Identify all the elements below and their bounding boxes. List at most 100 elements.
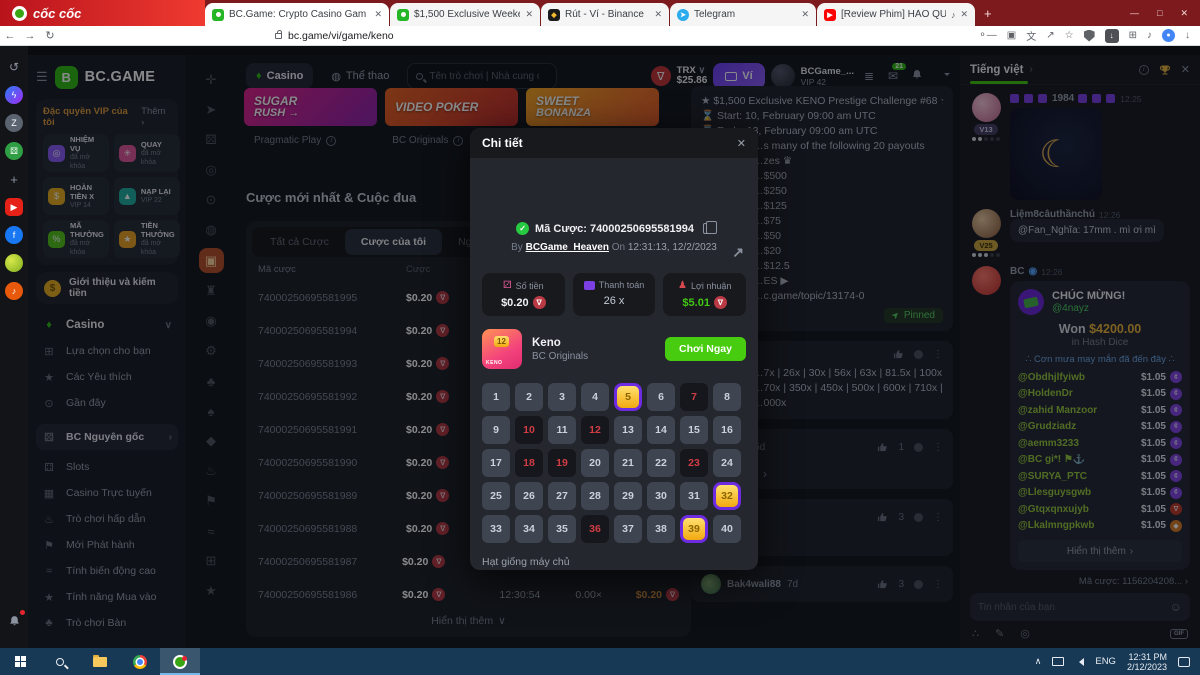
app-rail-icon[interactable]: f	[5, 226, 23, 244]
keno-number: 3	[548, 383, 576, 411]
keno-number: 29	[614, 482, 642, 510]
maximize-button[interactable]: □	[1157, 8, 1162, 19]
copy-icon[interactable]	[703, 223, 712, 234]
on-label: On	[612, 242, 625, 253]
tab-favicon: ➤	[677, 9, 689, 21]
app-rail-icon[interactable]: ↺	[5, 58, 23, 76]
tab-close-icon[interactable]: ✕	[960, 9, 968, 20]
keno-number: 16	[713, 416, 741, 444]
start-button[interactable]	[0, 648, 40, 675]
bet-details-modal: Chi tiết ✕ ↗ ✓ Mã Cược: 7400025069558199…	[470, 128, 758, 570]
keno-number: 12	[581, 416, 609, 444]
keno-icon-label: KENO	[486, 360, 502, 366]
keno-number: 38	[647, 515, 675, 543]
tab-title: Rút - Ví - Binance	[565, 9, 649, 20]
trx-coin-icon: ∇	[533, 296, 546, 309]
tab-close-icon[interactable]: ✕	[654, 9, 662, 20]
stat-profit: ♟Lợi nhuận $5.01∇	[663, 273, 746, 316]
keno-number: 14	[647, 416, 675, 444]
keno-number: 11	[548, 416, 576, 444]
extensions-icon[interactable]: ⊞	[1129, 30, 1137, 41]
keno-number: 22	[647, 449, 675, 477]
app-rail-icon[interactable]: Z	[5, 114, 23, 132]
bet-author[interactable]: BCGame_Heaven	[526, 242, 609, 253]
modal-close-icon[interactable]: ✕	[737, 137, 746, 150]
trx-coin-icon: ∇	[714, 296, 727, 309]
reload-icon[interactable]: ↻	[40, 29, 60, 42]
keno-number: 8	[713, 383, 741, 411]
save-page-icon[interactable]: ▣	[1007, 30, 1016, 41]
minimize-button[interactable]: —	[1130, 8, 1139, 19]
network-icon[interactable]	[1052, 657, 1064, 666]
chrome-icon[interactable]	[120, 648, 160, 675]
app-rail-icon[interactable]	[5, 254, 23, 272]
browser-tab[interactable]: $1,500 Exclusive Weekend Ke ✕	[390, 3, 540, 26]
keno-game-icon[interactable]: 12 KENO	[482, 329, 522, 369]
hidden-icons-caret[interactable]: ∧	[1035, 656, 1042, 667]
adblock-shield-icon[interactable]	[1084, 30, 1095, 42]
wallet-icon	[584, 281, 595, 290]
windows-taskbar: ∧ ENG 12:31 PM 2/12/2023	[0, 648, 1200, 675]
tab-close-icon[interactable]: ✕	[525, 9, 533, 20]
play-now-button[interactable]: Chơi Ngay	[665, 337, 746, 361]
keno-number: 15	[680, 416, 708, 444]
stat-amount: ⚂Số tiền $0.20∇	[482, 273, 565, 316]
action-center-icon[interactable]	[1178, 657, 1190, 667]
taskbar-search-icon[interactable]	[40, 648, 80, 675]
game-name[interactable]: Keno	[532, 336, 588, 350]
keno-number: 34	[515, 515, 543, 543]
taskbar-clock[interactable]: 12:31 PM 2/12/2023	[1127, 652, 1167, 672]
media-icon[interactable]: ♪	[1147, 30, 1152, 41]
game-provider: BC Originals	[532, 350, 588, 363]
by-label: By	[511, 242, 523, 253]
coccoc-taskbar-icon[interactable]	[160, 648, 200, 675]
download-button[interactable]: ↓	[1105, 29, 1119, 43]
file-explorer-icon[interactable]	[80, 648, 120, 675]
tab-title: Telegram	[694, 9, 796, 20]
keno-number: 30	[647, 482, 675, 510]
app-rail-icon[interactable]: ♪	[5, 282, 23, 300]
bet-id-text: Mã Cược: 74000250695581994	[535, 223, 694, 235]
language-indicator[interactable]: ENG	[1095, 656, 1116, 667]
browser-tab[interactable]: BC.Game: Crypto Casino Gam ✕	[205, 3, 389, 26]
downloads-tray-icon[interactable]: ↓	[1185, 30, 1190, 41]
app-rail-icon[interactable]: ▶	[5, 198, 23, 216]
browser-tab[interactable]: ➤ Telegram ✕	[670, 3, 816, 26]
browser-tab[interactable]: ▶ [Review Phim] HÀO QUA ♪ ✕	[817, 3, 975, 26]
translate-icon[interactable]: 文	[1026, 28, 1036, 43]
volume-icon[interactable]	[1075, 658, 1084, 666]
bet-stats: ⚂Số tiền $0.20∇ Thanh toán 26 x ♟Lợi nhu…	[482, 273, 746, 316]
url-text[interactable]: bc.game/vi/game/keno	[288, 30, 394, 42]
tab-close-icon[interactable]: ✕	[374, 9, 382, 20]
keno-number: 33	[482, 515, 510, 543]
keno-number: 4	[581, 383, 609, 411]
keno-number: 6	[647, 383, 675, 411]
app-rail-icon[interactable]: ϟ	[5, 86, 23, 104]
tab-strip: BC.Game: Crypto Casino Gam ✕ $1,500 Excl…	[205, 0, 976, 26]
check-icon: ✓	[516, 222, 529, 235]
share-icon[interactable]: ↗	[1046, 30, 1054, 41]
tab-favicon	[212, 9, 224, 21]
close-button[interactable]: ✕	[1180, 8, 1188, 19]
keno-number: 7	[680, 383, 708, 411]
tab-title: [Review Phim] HÀO QUA	[841, 9, 946, 20]
key-icon[interactable]: ⚬—	[978, 30, 996, 41]
keno-number: 1	[482, 383, 510, 411]
browser-tab[interactable]: ◆ Rút - Ví - Binance ✕	[541, 3, 669, 26]
forward-icon[interactable]: →	[20, 30, 40, 42]
profile-avatar[interactable]: ●	[1162, 29, 1175, 42]
app-rail-icon[interactable]: +	[5, 170, 23, 188]
back-icon[interactable]: ←	[0, 30, 20, 42]
bookmark-star-icon[interactable]: ☆	[1065, 30, 1074, 41]
app-rail-icon[interactable]: ⚄	[5, 142, 23, 160]
new-tab-button[interactable]: +	[984, 6, 992, 21]
keno-number: 28	[581, 482, 609, 510]
keno-number: 24	[713, 449, 741, 477]
keno-number: 31	[680, 482, 708, 510]
bell-icon[interactable]	[5, 612, 23, 630]
tab-audio-icon[interactable]: ♪	[951, 10, 956, 20]
share-icon[interactable]: ↗	[732, 244, 744, 261]
keno-number: 5	[614, 383, 642, 411]
tab-close-icon[interactable]: ✕	[801, 9, 809, 20]
keno-number: 35	[548, 515, 576, 543]
